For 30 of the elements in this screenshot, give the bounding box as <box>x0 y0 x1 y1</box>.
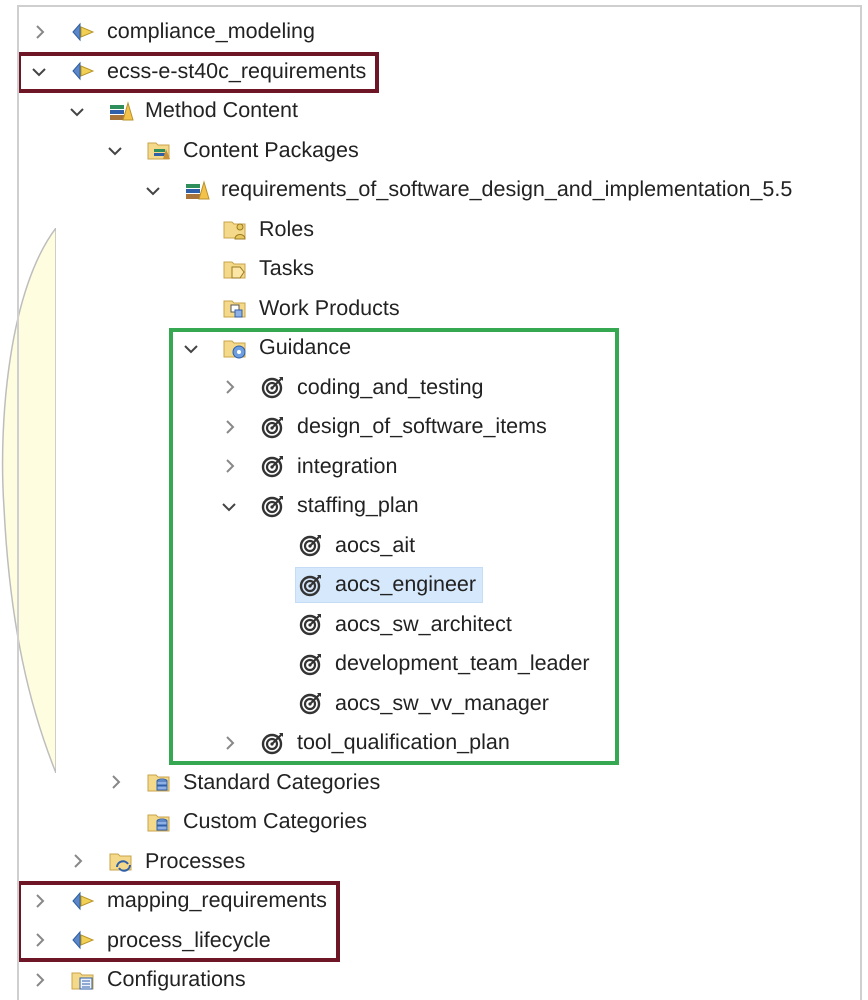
tree-item[interactable]: Standard Categories <box>143 764 388 800</box>
tree-item[interactable]: Custom Categories <box>143 804 374 840</box>
tree-item[interactable]: Tasks <box>219 250 321 287</box>
tree-item[interactable]: Processes <box>105 843 252 880</box>
tree-item[interactable]: Guidance <box>219 330 358 366</box>
target-icon <box>260 453 286 480</box>
tree-item[interactable]: Configurations <box>67 962 253 998</box>
tree-item[interactable]: integration <box>257 448 404 484</box>
target-icon <box>298 532 324 558</box>
target-icon <box>298 690 324 716</box>
tree-item[interactable]: ecss-e-st40c_requirements <box>67 53 374 90</box>
target-icon <box>260 374 286 400</box>
tree-item[interactable]: coding_and_testing <box>257 369 490 406</box>
tree-item[interactable]: aocs_sw_architect <box>295 606 519 642</box>
tree-item[interactable]: Method Content <box>105 92 305 129</box>
tree-item[interactable]: design_of_software_items <box>257 408 554 445</box>
tree-item[interactable]: staffing_plan <box>257 488 426 524</box>
tree-item[interactable]: development_team_leader <box>295 646 597 682</box>
tree-item[interactable]: mapping_requirements <box>67 882 334 919</box>
tree-item[interactable]: Work Products <box>219 290 407 326</box>
target-icon <box>298 611 324 638</box>
tree-item[interactable]: aocs_engineer <box>295 566 484 603</box>
tree-item[interactable]: Content Packages <box>143 132 366 168</box>
tree-item[interactable]: tool_qualification_plan <box>257 724 517 761</box>
tree-item[interactable]: requirements_of_software_design_and_implementation_5.5 <box>181 172 800 208</box>
tree-item[interactable]: aocs_sw_vv_manager <box>295 685 556 722</box>
tree-item[interactable]: compliance_modeling <box>67 14 322 50</box>
tree-item[interactable]: aocs_ait <box>295 527 422 564</box>
tree-item[interactable]: process_lifecycle <box>67 922 278 958</box>
tree-item[interactable]: Roles <box>219 211 321 248</box>
